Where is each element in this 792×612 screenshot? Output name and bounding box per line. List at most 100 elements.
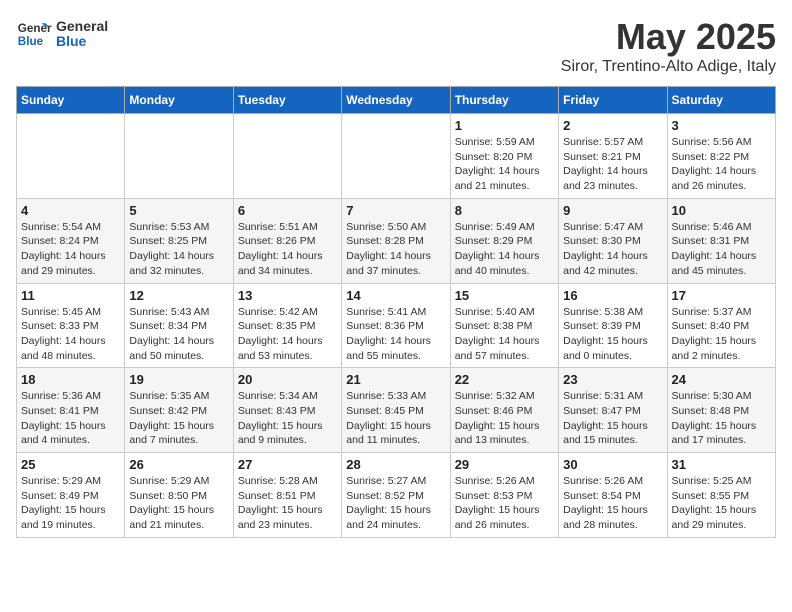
day-detail: Sunrise: 5:28 AM Sunset: 8:51 PM Dayligh… — [238, 474, 337, 533]
day-number: 8 — [455, 203, 554, 218]
day-detail: Sunrise: 5:59 AM Sunset: 8:20 PM Dayligh… — [455, 135, 554, 194]
calendar-cell — [125, 114, 233, 199]
day-number: 26 — [129, 457, 228, 472]
calendar-cell: 16 Sunrise: 5:38 AM Sunset: 8:39 PM Dayli… — [559, 283, 667, 368]
calendar-cell: 18 Sunrise: 5:36 AM Sunset: 8:41 PM Dayli… — [17, 368, 125, 453]
calendar-cell — [342, 114, 450, 199]
day-detail: Sunrise: 5:35 AM Sunset: 8:42 PM Dayligh… — [129, 389, 228, 448]
day-detail: Sunrise: 5:53 AM Sunset: 8:25 PM Dayligh… — [129, 220, 228, 279]
day-number: 31 — [672, 457, 771, 472]
day-number: 22 — [455, 372, 554, 387]
day-number: 29 — [455, 457, 554, 472]
day-detail: Sunrise: 5:40 AM Sunset: 8:38 PM Dayligh… — [455, 305, 554, 364]
calendar-cell: 24Sunrise: 5:30 AM Sunset: 8:48 PM Dayli… — [667, 368, 775, 453]
day-detail: Sunrise: 5:57 AM Sunset: 8:21 PM Dayligh… — [563, 135, 662, 194]
day-number: 4 — [21, 203, 120, 218]
calendar-header-row: SundayMondayTuesdayWednesdayThursdayFrid… — [17, 87, 776, 114]
title-area: May 2025 Siror, Trentino-Alto Adige, Ita… — [561, 16, 776, 76]
calendar-cell: 22 Sunrise: 5:32 AM Sunset: 8:46 PM Dayli… — [450, 368, 558, 453]
calendar-cell: 29 Sunrise: 5:26 AM Sunset: 8:53 PM Dayli… — [450, 453, 558, 538]
calendar-cell: 30 Sunrise: 5:26 AM Sunset: 8:54 PM Dayli… — [559, 453, 667, 538]
day-number: 9 — [563, 203, 662, 218]
day-number: 19 — [129, 372, 228, 387]
week-row-4: 18 Sunrise: 5:36 AM Sunset: 8:41 PM Dayli… — [17, 368, 776, 453]
day-detail: Sunrise: 5:30 AM Sunset: 8:48 PM Dayligh… — [672, 389, 771, 448]
calendar-cell: 10 Sunrise: 5:46 AM Sunset: 8:31 PM Dayli… — [667, 198, 775, 283]
calendar-cell: 3Sunrise: 5:56 AM Sunset: 8:22 PM Daylig… — [667, 114, 775, 199]
calendar-cell: 28Sunrise: 5:27 AM Sunset: 8:52 PM Dayli… — [342, 453, 450, 538]
day-number: 28 — [346, 457, 445, 472]
calendar-cell: 12Sunrise: 5:43 AM Sunset: 8:34 PM Dayli… — [125, 283, 233, 368]
day-detail: Sunrise: 5:25 AM Sunset: 8:55 PM Dayligh… — [672, 474, 771, 533]
day-detail: Sunrise: 5:45 AM Sunset: 8:33 PM Dayligh… — [21, 305, 120, 364]
calendar-cell: 25Sunrise: 5:29 AM Sunset: 8:49 PM Dayli… — [17, 453, 125, 538]
calendar-cell: 6 Sunrise: 5:51 AM Sunset: 8:26 PM Daylig… — [233, 198, 341, 283]
day-number: 13 — [238, 288, 337, 303]
calendar-subtitle: Siror, Trentino-Alto Adige, Italy — [561, 58, 776, 76]
day-number: 11 — [21, 288, 120, 303]
day-detail: Sunrise: 5:43 AM Sunset: 8:34 PM Dayligh… — [129, 305, 228, 364]
day-detail: Sunrise: 5:34 AM Sunset: 8:43 PM Dayligh… — [238, 389, 337, 448]
day-detail: Sunrise: 5:26 AM Sunset: 8:53 PM Dayligh… — [455, 474, 554, 533]
calendar-cell: 4 Sunrise: 5:54 AM Sunset: 8:24 PM Daylig… — [17, 198, 125, 283]
calendar-table: SundayMondayTuesdayWednesdayThursdayFrid… — [16, 86, 776, 538]
day-detail: Sunrise: 5:36 AM Sunset: 8:41 PM Dayligh… — [21, 389, 120, 448]
day-detail: Sunrise: 5:51 AM Sunset: 8:26 PM Dayligh… — [238, 220, 337, 279]
calendar-cell: 21Sunrise: 5:33 AM Sunset: 8:45 PM Dayli… — [342, 368, 450, 453]
day-header-tuesday: Tuesday — [233, 87, 341, 114]
day-number: 10 — [672, 203, 771, 218]
day-detail: Sunrise: 5:32 AM Sunset: 8:46 PM Dayligh… — [455, 389, 554, 448]
day-number: 17 — [672, 288, 771, 303]
calendar-cell: 23 Sunrise: 5:31 AM Sunset: 8:47 PM Dayli… — [559, 368, 667, 453]
day-number: 21 — [346, 372, 445, 387]
day-detail: Sunrise: 5:54 AM Sunset: 8:24 PM Dayligh… — [21, 220, 120, 279]
day-detail: Sunrise: 5:49 AM Sunset: 8:29 PM Dayligh… — [455, 220, 554, 279]
day-detail: Sunrise: 5:29 AM Sunset: 8:49 PM Dayligh… — [21, 474, 120, 533]
day-number: 23 — [563, 372, 662, 387]
calendar-cell: 2 Sunrise: 5:57 AM Sunset: 8:21 PM Daylig… — [559, 114, 667, 199]
calendar-cell: 26 Sunrise: 5:29 AM Sunset: 8:50 PM Dayli… — [125, 453, 233, 538]
calendar-cell: 17Sunrise: 5:37 AM Sunset: 8:40 PM Dayli… — [667, 283, 775, 368]
day-number: 7 — [346, 203, 445, 218]
day-header-saturday: Saturday — [667, 87, 775, 114]
day-detail: Sunrise: 5:31 AM Sunset: 8:47 PM Dayligh… — [563, 389, 662, 448]
calendar-cell: 14Sunrise: 5:41 AM Sunset: 8:36 PM Dayli… — [342, 283, 450, 368]
calendar-cell: 8 Sunrise: 5:49 AM Sunset: 8:29 PM Daylig… — [450, 198, 558, 283]
day-header-thursday: Thursday — [450, 87, 558, 114]
day-number: 18 — [21, 372, 120, 387]
logo-icon: General Blue — [16, 16, 52, 52]
day-detail: Sunrise: 5:56 AM Sunset: 8:22 PM Dayligh… — [672, 135, 771, 194]
day-number: 1 — [455, 118, 554, 133]
calendar-cell: 1 Sunrise: 5:59 AM Sunset: 8:20 PM Daylig… — [450, 114, 558, 199]
logo-blue-text: Blue — [56, 34, 108, 49]
day-number: 27 — [238, 457, 337, 472]
day-number: 6 — [238, 203, 337, 218]
day-number: 14 — [346, 288, 445, 303]
day-number: 2 — [563, 118, 662, 133]
week-row-3: 11 Sunrise: 5:45 AM Sunset: 8:33 PM Dayli… — [17, 283, 776, 368]
day-number: 16 — [563, 288, 662, 303]
calendar-title: May 2025 — [561, 16, 776, 58]
week-row-2: 4 Sunrise: 5:54 AM Sunset: 8:24 PM Daylig… — [17, 198, 776, 283]
calendar-cell: 31 Sunrise: 5:25 AM Sunset: 8:55 PM Dayli… — [667, 453, 775, 538]
day-detail: Sunrise: 5:38 AM Sunset: 8:39 PM Dayligh… — [563, 305, 662, 364]
calendar-body: 1 Sunrise: 5:59 AM Sunset: 8:20 PM Daylig… — [17, 114, 776, 538]
calendar-cell — [233, 114, 341, 199]
day-detail: Sunrise: 5:29 AM Sunset: 8:50 PM Dayligh… — [129, 474, 228, 533]
logo: General Blue General Blue — [16, 16, 108, 52]
day-detail: Sunrise: 5:46 AM Sunset: 8:31 PM Dayligh… — [672, 220, 771, 279]
day-number: 15 — [455, 288, 554, 303]
day-header-wednesday: Wednesday — [342, 87, 450, 114]
calendar-cell: 9 Sunrise: 5:47 AM Sunset: 8:30 PM Daylig… — [559, 198, 667, 283]
svg-text:General: General — [18, 22, 52, 35]
day-detail: Sunrise: 5:47 AM Sunset: 8:30 PM Dayligh… — [563, 220, 662, 279]
logo-general-text: General — [56, 19, 108, 34]
calendar-cell: 7Sunrise: 5:50 AM Sunset: 8:28 PM Daylig… — [342, 198, 450, 283]
header: General Blue General Blue May 2025 Siror… — [16, 16, 776, 76]
day-number: 30 — [563, 457, 662, 472]
day-header-sunday: Sunday — [17, 87, 125, 114]
day-number: 5 — [129, 203, 228, 218]
calendar-cell: 11 Sunrise: 5:45 AM Sunset: 8:33 PM Dayli… — [17, 283, 125, 368]
calendar-cell: 20Sunrise: 5:34 AM Sunset: 8:43 PM Dayli… — [233, 368, 341, 453]
day-detail: Sunrise: 5:26 AM Sunset: 8:54 PM Dayligh… — [563, 474, 662, 533]
